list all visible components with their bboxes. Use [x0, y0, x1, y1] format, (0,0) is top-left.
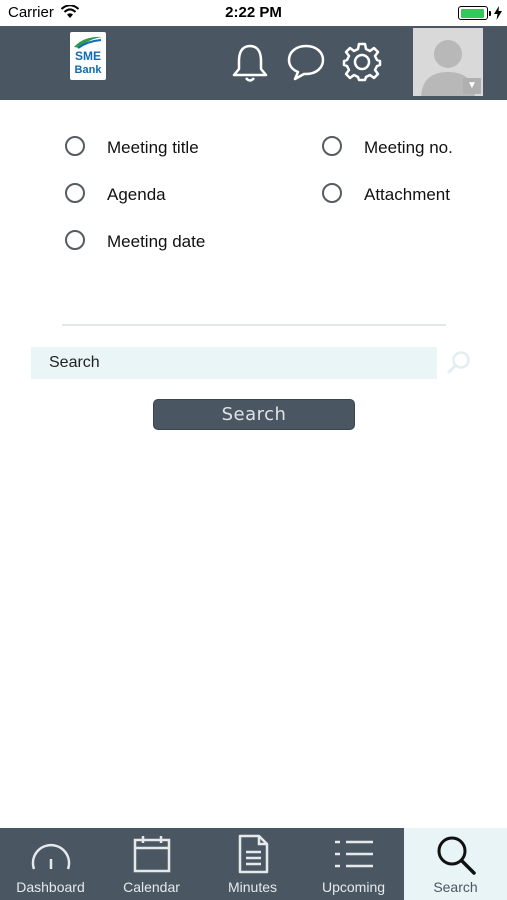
status-bar: Carrier 2:22 PM	[0, 0, 507, 26]
battery-icon	[458, 6, 491, 20]
tab-upcoming[interactable]: Upcoming	[303, 828, 404, 900]
filter-label: Attachment	[364, 185, 450, 204]
tab-label: Calendar	[123, 879, 180, 895]
radio-button[interactable]	[322, 183, 342, 203]
gauge-icon	[31, 843, 70, 870]
filter-label: Meeting title	[107, 138, 199, 157]
app-header: SME Bank ▼	[0, 26, 507, 100]
tab-label: Minutes	[227, 879, 278, 895]
filter-label: Agenda	[107, 185, 166, 204]
tab-bar: Dashboard Calendar Minutes Upcoming Sear…	[0, 828, 507, 900]
tab-search[interactable]: Search	[404, 828, 507, 900]
gear-icon[interactable]	[342, 42, 382, 82]
search-button[interactable]: Search	[153, 399, 355, 430]
list-icon	[334, 840, 373, 868]
divider	[62, 324, 446, 326]
tab-label: Upcoming	[321, 879, 386, 895]
charging-bolt-icon	[494, 6, 502, 20]
bell-icon[interactable]	[231, 42, 269, 84]
chevron-down-icon[interactable]: ▼	[463, 78, 481, 94]
radio-button[interactable]	[65, 183, 85, 203]
calendar-icon	[133, 836, 170, 873]
search-icon	[437, 836, 476, 875]
logo-text-bank: Bank	[74, 64, 102, 76]
tab-minutes[interactable]: Minutes	[202, 828, 303, 900]
radio-button[interactable]	[322, 136, 342, 156]
sme-bank-logo: SME Bank	[70, 32, 106, 80]
tab-dashboard[interactable]: Dashboard	[0, 828, 101, 900]
document-icon	[238, 834, 268, 874]
tab-calendar[interactable]: Calendar	[101, 828, 202, 900]
filter-label: Meeting date	[107, 232, 206, 251]
avatar[interactable]: ▼	[413, 28, 483, 96]
tab-label: Dashboard	[16, 879, 85, 895]
chat-icon[interactable]	[287, 42, 325, 82]
search-icon[interactable]	[446, 349, 474, 377]
status-time: 2:22 PM	[225, 4, 282, 21]
logo-text-sme: SME	[74, 49, 101, 63]
filter-label: Meeting no.	[364, 138, 453, 157]
search-input[interactable]	[31, 347, 437, 379]
radio-button[interactable]	[65, 136, 85, 156]
tab-label: Search	[433, 879, 478, 895]
radio-button[interactable]	[65, 230, 85, 250]
